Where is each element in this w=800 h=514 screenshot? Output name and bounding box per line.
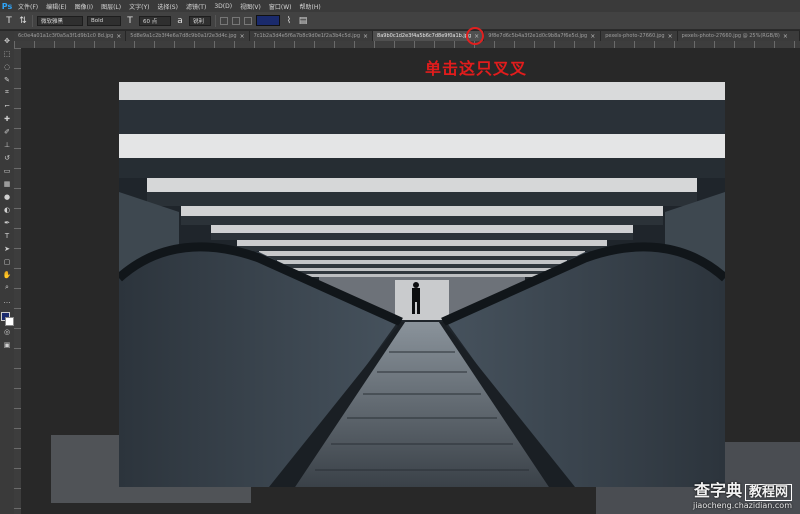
menu-file[interactable]: 文件(F)	[14, 2, 42, 11]
separator	[32, 14, 33, 27]
hand-tool-icon[interactable]: ✋	[1, 269, 13, 280]
separator	[215, 14, 216, 27]
document-tab[interactable]: 7c1b2a3d4e5f6a7b8c9d0e1f2a3b4c5d.jpg ×	[249, 31, 374, 41]
lasso-tool-icon[interactable]: ◌	[1, 61, 13, 72]
screen-mode-icon[interactable]: ▣	[1, 339, 13, 350]
escalator-photo	[119, 82, 725, 487]
watermark-main: 查字典 教程网	[693, 477, 792, 501]
quick-mask-icon[interactable]: ◎	[1, 326, 13, 337]
close-icon[interactable]: ×	[116, 33, 121, 40]
align-left-button[interactable]	[220, 16, 228, 25]
vertical-ruler	[14, 48, 21, 514]
menu-layer[interactable]: 图层(L)	[97, 2, 125, 11]
brush-tool-icon[interactable]: ✐	[1, 126, 13, 137]
tab-label: 5d8e9a1c2b3f4e6a7d8c9b0a1f2e3d4c.jpg	[130, 33, 237, 39]
character-panel-icon[interactable]: ▤	[298, 16, 308, 26]
menu-type[interactable]: 文字(Y)	[125, 2, 153, 11]
pen-tool-icon[interactable]: ✒	[1, 217, 13, 228]
menu-view[interactable]: 视图(V)	[236, 2, 265, 11]
document-tab[interactable]: 6c0e4a01a1c3f0a5a3f1d9b1c0 8d.jpg ×	[14, 31, 127, 41]
document-tab-bar: 6c0e4a01a1c3f0a5a3f1d9b1c0 8d.jpg × 5d8e…	[14, 31, 800, 41]
menu-filter[interactable]: 滤镜(T)	[182, 2, 210, 11]
close-icon[interactable]: ×	[590, 33, 595, 40]
clone-stamp-icon[interactable]: ⊥	[1, 139, 13, 150]
font-size-select[interactable]: 60 点	[139, 15, 171, 26]
watermark: 查字典 教程网 jiaocheng.chazidian.com	[693, 477, 792, 510]
tab-label: pexels-photo-27660.jpg @ 25%(RGB/8)	[681, 33, 780, 39]
close-icon[interactable]: ×	[783, 33, 788, 40]
crop-tool-icon[interactable]: ⌗	[1, 87, 13, 98]
menu-select[interactable]: 选择(S)	[153, 2, 182, 11]
menu-help[interactable]: 帮助(H)	[296, 2, 325, 11]
zoom-tool-icon[interactable]: ⌕	[1, 282, 13, 293]
type-tool-panel-icon[interactable]: T	[1, 230, 13, 241]
move-tool-icon[interactable]: ✥	[1, 35, 13, 46]
marquee-tool-icon[interactable]: ⬚	[1, 48, 13, 59]
blur-tool-icon[interactable]: ●	[1, 191, 13, 202]
menu-image[interactable]: 图像(I)	[71, 2, 97, 11]
document-tab[interactable]: 9f8e7d6c5b4a3f2e1d0c9b8a7f6e5d.jpg ×	[484, 31, 602, 41]
watermark-url: jiaocheng.chazidian.com	[692, 501, 792, 510]
quick-select-tool-icon[interactable]: ✎	[1, 74, 13, 85]
type-tool-icon[interactable]: T	[4, 16, 14, 26]
healing-brush-icon[interactable]: ✚	[1, 113, 13, 124]
dodge-tool-icon[interactable]: ◐	[1, 204, 13, 215]
document-tab[interactable]: pexels-photo-27660.jpg @ 25%(RGB/8) ×	[677, 31, 800, 41]
menu-3d[interactable]: 3D(D)	[210, 3, 236, 10]
background-color-swatch[interactable]	[5, 317, 14, 326]
font-family-select[interactable]: 微软雅黑	[37, 15, 83, 26]
tab-label: 7c1b2a3d4e5f6a7b8c9d0e1f2a3b4c5d.jpg	[253, 33, 361, 39]
options-bar: T ⇅ 微软雅黑 Bold T 60 点 a 锐利 ⌇ ▤	[0, 12, 800, 30]
menu-window[interactable]: 窗口(W)	[265, 2, 296, 11]
orientation-toggle-icon[interactable]: ⇅	[18, 16, 28, 26]
close-icon[interactable]: ×	[240, 33, 245, 40]
document-tab[interactable]: 5d8e9a1c2b3f4e6a7d8c9b0a1f2e3d4c.jpg ×	[126, 31, 250, 41]
color-swatches[interactable]	[1, 312, 14, 326]
antialias-icon: a	[177, 15, 183, 26]
watermark-box: 教程网	[744, 484, 792, 501]
font-style-select[interactable]: Bold	[87, 15, 121, 26]
tab-label: 9f8e7d6c5b4a3f2e1d0c9b8a7f6e5d.jpg	[488, 33, 588, 39]
document-image[interactable]	[119, 82, 725, 487]
annotation-label: 单击这只叉叉	[425, 59, 528, 78]
menu-edit[interactable]: 编辑(E)	[42, 2, 70, 11]
font-size-icon: T	[127, 15, 133, 26]
align-center-button[interactable]	[232, 16, 240, 25]
more-tools-icon[interactable]: …	[1, 295, 13, 306]
tab-label: 8a9b0c1d2e3f4a5b6c7d8e9f0a1b.jpg	[377, 33, 472, 39]
shape-tool-icon[interactable]: ▢	[1, 256, 13, 267]
tab-label: pexels-photo-27660.jpg	[605, 33, 665, 39]
align-right-button[interactable]	[244, 16, 252, 25]
photoshop-logo-icon: Ps	[1, 1, 13, 11]
close-icon[interactable]: ×	[668, 33, 673, 40]
path-select-icon[interactable]: ➤	[1, 243, 13, 254]
text-color-swatch[interactable]	[256, 15, 280, 26]
close-icon[interactable]: ×	[363, 33, 368, 40]
eyedropper-tool-icon[interactable]: ⌐	[1, 100, 13, 111]
tools-panel: ✥ ⬚ ◌ ✎ ⌗ ⌐ ✚ ✐ ⊥ ↺ ▭ ▦ ● ◐ ✒ T ➤ ▢ ✋ ⌕ …	[0, 31, 14, 514]
eraser-tool-icon[interactable]: ▭	[1, 165, 13, 176]
antialias-select[interactable]: 锐利	[189, 15, 211, 26]
menu-bar: Ps 文件(F) 编辑(E) 图像(I) 图层(L) 文字(Y) 选择(S) 滤…	[0, 0, 800, 12]
watermark-title: 查字典	[693, 481, 742, 500]
document-tab[interactable]: pexels-photo-27660.jpg ×	[601, 31, 678, 41]
gradient-tool-icon[interactable]: ▦	[1, 178, 13, 189]
history-brush-icon[interactable]: ↺	[1, 152, 13, 163]
tab-label: 6c0e4a01a1c3f0a5a3f1d9b1c0 8d.jpg	[18, 33, 114, 39]
warp-text-icon[interactable]: ⌇	[284, 16, 294, 26]
highlight-circle	[466, 27, 484, 45]
